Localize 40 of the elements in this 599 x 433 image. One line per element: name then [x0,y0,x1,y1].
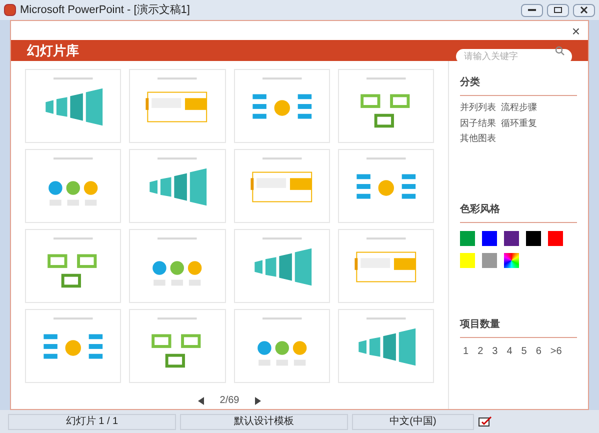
status-field: 默认设计模板 [180,414,348,430]
page-indicator: 2/69 [220,394,240,408]
count-link[interactable]: 1 [463,344,469,359]
color-swatch[interactable] [460,253,475,268]
color-swatch[interactable] [460,231,475,246]
next-page-icon[interactable] [255,396,262,404]
count-link[interactable]: 5 [521,344,527,359]
section-title: 项目数量 [460,319,500,330]
color-swatch[interactable] [482,253,497,268]
section-title: 分类 [460,77,480,88]
color-swatch[interactable] [482,231,497,246]
color-swatch[interactable] [504,231,519,246]
close-icon [580,6,588,14]
status-field: 中文(中国) [352,414,474,430]
category-link[interactable]: 其他图表 [460,132,496,146]
category-link[interactable]: 并列列表 [460,101,496,114]
multicolor-swatch[interactable] [504,253,519,268]
previous-page-icon[interactable] [198,396,204,404]
section-title: 色彩风格 [460,204,500,215]
count-link[interactable]: 6 [536,344,542,359]
count-link[interactable]: 3 [492,344,498,359]
window-title: Microsoft PowerPoint - [演示文稿1] [20,2,191,18]
count-link[interactable]: >6 [550,344,562,359]
count-link[interactable]: 2 [478,344,484,359]
dialog-title: 幻灯片库 [27,42,79,60]
search-icon [555,46,565,56]
search-field[interactable]: 请输入关键字 [456,48,572,64]
close-button[interactable]: × [572,24,580,38]
spellcheck-icon [478,416,492,427]
category-link[interactable]: 流程步骤 [501,101,537,114]
status-field: 幻灯片 1 / 1 [8,414,176,430]
color-swatch[interactable] [548,231,563,246]
category-link[interactable]: 循环重复 [501,116,537,130]
close-window-button[interactable] [573,4,595,16]
color-swatch[interactable] [526,231,541,246]
minimize-button[interactable] [521,4,543,16]
app-icon [4,4,16,16]
maximize-button[interactable] [547,4,569,16]
count-link[interactable]: 4 [506,344,512,359]
category-link[interactable]: 因子结果 [460,116,496,130]
